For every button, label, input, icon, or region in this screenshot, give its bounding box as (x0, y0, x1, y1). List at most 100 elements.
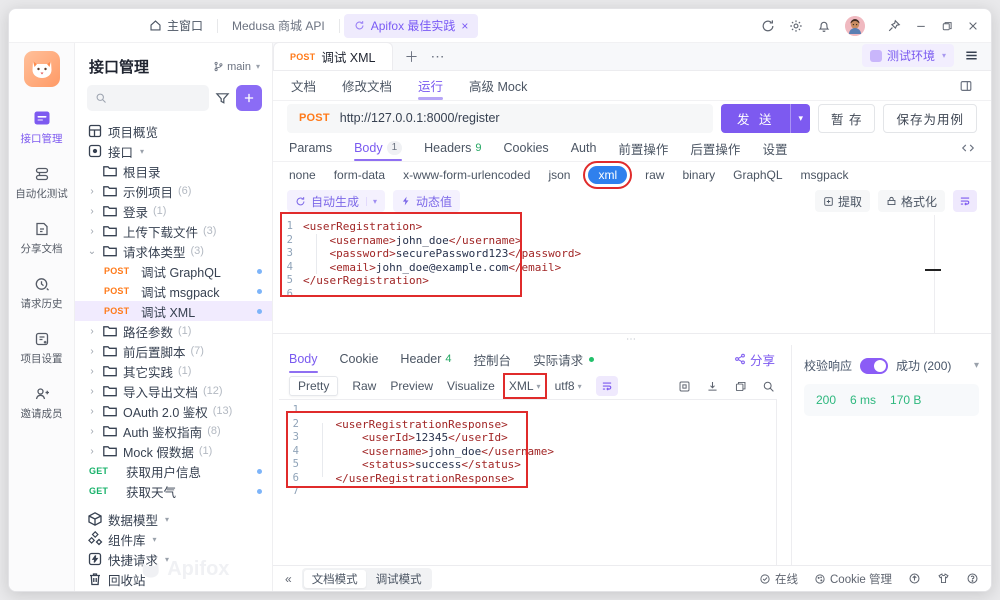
tree-folder-Mock 假数据[interactable]: ›Mock 假数据(1) (75, 441, 272, 461)
restore-icon[interactable] (941, 20, 953, 32)
gear-icon[interactable] (789, 19, 803, 33)
chevron-right-icon[interactable]: › (87, 426, 97, 437)
tree-request-调试 XML[interactable]: POST调试 XML (75, 301, 272, 321)
send-options-icon[interactable]: ▾ (790, 104, 810, 133)
new-tab-icon[interactable]: ＋ (405, 47, 419, 67)
view-mode-Pretty[interactable]: Pretty (289, 376, 338, 396)
avatar[interactable] (845, 16, 865, 36)
auto-generate-button[interactable]: 自动生成 ▾ (287, 190, 385, 212)
body-type-raw[interactable]: raw (645, 168, 664, 182)
chevron-right-icon[interactable]: › (87, 226, 97, 237)
code-icon[interactable] (961, 141, 975, 155)
request-tab-前置操作[interactable]: 前置操作 (618, 135, 668, 161)
save-as-case-button[interactable]: 保存为用例 (883, 104, 977, 133)
chevron-right-icon[interactable]: › (87, 346, 97, 357)
request-tab-Headers[interactable]: Headers9 (424, 135, 481, 161)
tab-修改文档[interactable]: 修改文档 (342, 71, 392, 100)
tab-文档[interactable]: 文档 (291, 71, 316, 100)
tree-request-获取天气[interactable]: GET获取天气 (75, 481, 272, 501)
tab-高级 Mock[interactable]: 高级 Mock (469, 71, 527, 100)
sidebar-item-回收站[interactable]: 回收站 (75, 569, 272, 589)
online-status[interactable]: 在线 (759, 571, 798, 587)
updates-icon[interactable] (908, 572, 921, 585)
open-doc-tab[interactable]: POST 调试 XML (273, 42, 393, 70)
tree-folder-登录[interactable]: ›登录(1) (75, 201, 272, 221)
url-bar[interactable]: POST http://127.0.0.1:8000/register (287, 104, 713, 133)
response-tab-Cookie[interactable]: Cookie (340, 345, 379, 373)
body-type-json[interactable]: json (548, 168, 570, 182)
body-type-msgpack[interactable]: msgpack (801, 168, 849, 182)
request-tab-设置[interactable]: 设置 (762, 135, 787, 161)
word-wrap-icon[interactable] (953, 190, 977, 212)
close-window-icon[interactable] (967, 20, 979, 32)
tree-folder-其它实践[interactable]: ›其它实践(1) (75, 361, 272, 381)
cookie-manager[interactable]: Cookie 管理 (814, 571, 892, 587)
rail-item-invite-member[interactable]: 邀请成员 (15, 386, 68, 421)
request-tab-Params[interactable]: Params (289, 135, 332, 161)
sync-icon[interactable] (761, 19, 775, 33)
send-button[interactable]: 发 送 ▾ (721, 104, 810, 133)
request-tab-后置操作[interactable]: 后置操作 (690, 135, 740, 161)
expand-table-icon[interactable] (678, 380, 691, 393)
share-button[interactable]: 分享 (734, 350, 775, 369)
tree-folder-上传下载文件[interactable]: ›上传下载文件(3) (75, 221, 272, 241)
response-tab-Header[interactable]: Header4 (400, 345, 451, 373)
chevron-right-icon[interactable]: › (87, 446, 97, 457)
bell-icon[interactable] (817, 19, 831, 33)
wrap-lines-icon[interactable] (596, 376, 618, 396)
rail-item-automation[interactable]: 自动化测试 (15, 166, 68, 201)
view-mode-Raw[interactable]: Raw (352, 379, 376, 393)
response-tab-Body[interactable]: Body (289, 345, 318, 373)
format-button[interactable]: 格式化 (878, 190, 945, 212)
tree-folder-示例项目[interactable]: ›示例项目(6) (75, 181, 272, 201)
body-type-GraphQL[interactable]: GraphQL (733, 168, 782, 182)
chevron-down-icon[interactable]: ▾ (366, 197, 377, 206)
rail-item-project-settings[interactable]: 项目设置 (15, 331, 68, 366)
request-tab-Body[interactable]: Body1 (354, 135, 402, 161)
debug-mode-button[interactable]: 调试模式 (368, 570, 430, 588)
sidebar-item-快捷请求[interactable]: 快捷请求▾ (75, 549, 272, 569)
tree-folder-路径参数[interactable]: ›路径参数(1) (75, 321, 272, 341)
chevron-right-icon[interactable]: › (87, 386, 97, 397)
body-type-binary[interactable]: binary (682, 168, 715, 182)
doc-mode-button[interactable]: 文档模式 (304, 570, 366, 588)
tree-request-调试 msgpack[interactable]: POST调试 msgpack (75, 281, 272, 301)
tree-root-folder[interactable]: 根目录 (75, 161, 272, 181)
sidebar-item-项目概览[interactable]: 项目概览 (75, 121, 272, 141)
copy-icon[interactable] (734, 380, 747, 393)
tree-folder-导入导出文档[interactable]: ›导入导出文档(12) (75, 381, 272, 401)
rail-item-share-doc[interactable]: 分享文档 (15, 221, 68, 256)
chevron-right-icon[interactable]: › (87, 186, 97, 197)
encoding-dropdown[interactable]: utf8▾ (555, 379, 582, 393)
home-window-tab[interactable]: 主窗口 (139, 17, 213, 34)
validate-toggle[interactable] (860, 358, 888, 374)
search-response-icon[interactable] (762, 380, 775, 393)
chevron-down-icon[interactable]: ⌄ (87, 246, 97, 257)
response-tab-实际请求[interactable]: 实际请求 (533, 345, 594, 373)
view-mode-Visualize[interactable]: Visualize (447, 379, 495, 393)
help-icon[interactable] (966, 572, 979, 585)
format-dropdown[interactable]: XML▾ (509, 379, 541, 393)
tree-folder-请求体类型[interactable]: ⌄请求体类型(3) (75, 241, 272, 261)
request-tab-Auth[interactable]: Auth (571, 135, 597, 161)
theme-icon[interactable] (937, 572, 950, 585)
tree-request-调试 GraphQL[interactable]: POST调试 GraphQL (75, 261, 272, 281)
layout-panel-icon[interactable] (959, 79, 973, 93)
tree-request-获取用户信息[interactable]: GET获取用户信息 (75, 461, 272, 481)
chevron-right-icon[interactable]: › (87, 326, 97, 337)
chevron-right-icon[interactable]: › (87, 366, 97, 377)
more-tabs-icon[interactable]: ⋯ (431, 48, 445, 65)
rail-item-api-manage[interactable]: 接口管理 (15, 109, 68, 146)
response-body-editor[interactable]: 12 <userRegistrationResponse>3 <userId>1… (279, 399, 777, 565)
request-body-editor[interactable]: 1<userRegistration>2 <username>john_doe<… (273, 215, 991, 333)
chevron-right-icon[interactable]: › (87, 406, 97, 417)
extract-button[interactable]: 提取 (815, 190, 870, 212)
tree-folder-OAuth 2.0 鉴权[interactable]: ›OAuth 2.0 鉴权(13) (75, 401, 272, 421)
body-type-form-data[interactable]: form-data (334, 168, 385, 182)
add-button[interactable] (236, 85, 262, 111)
tree-folder-前后置脚本[interactable]: ›前后置脚本(7) (75, 341, 272, 361)
panel-splitter[interactable]: ⋯ (273, 333, 991, 345)
pin-icon[interactable] (887, 19, 901, 33)
dynamic-value-button[interactable]: 动态值 (393, 190, 460, 212)
filter-icon[interactable] (215, 91, 230, 106)
